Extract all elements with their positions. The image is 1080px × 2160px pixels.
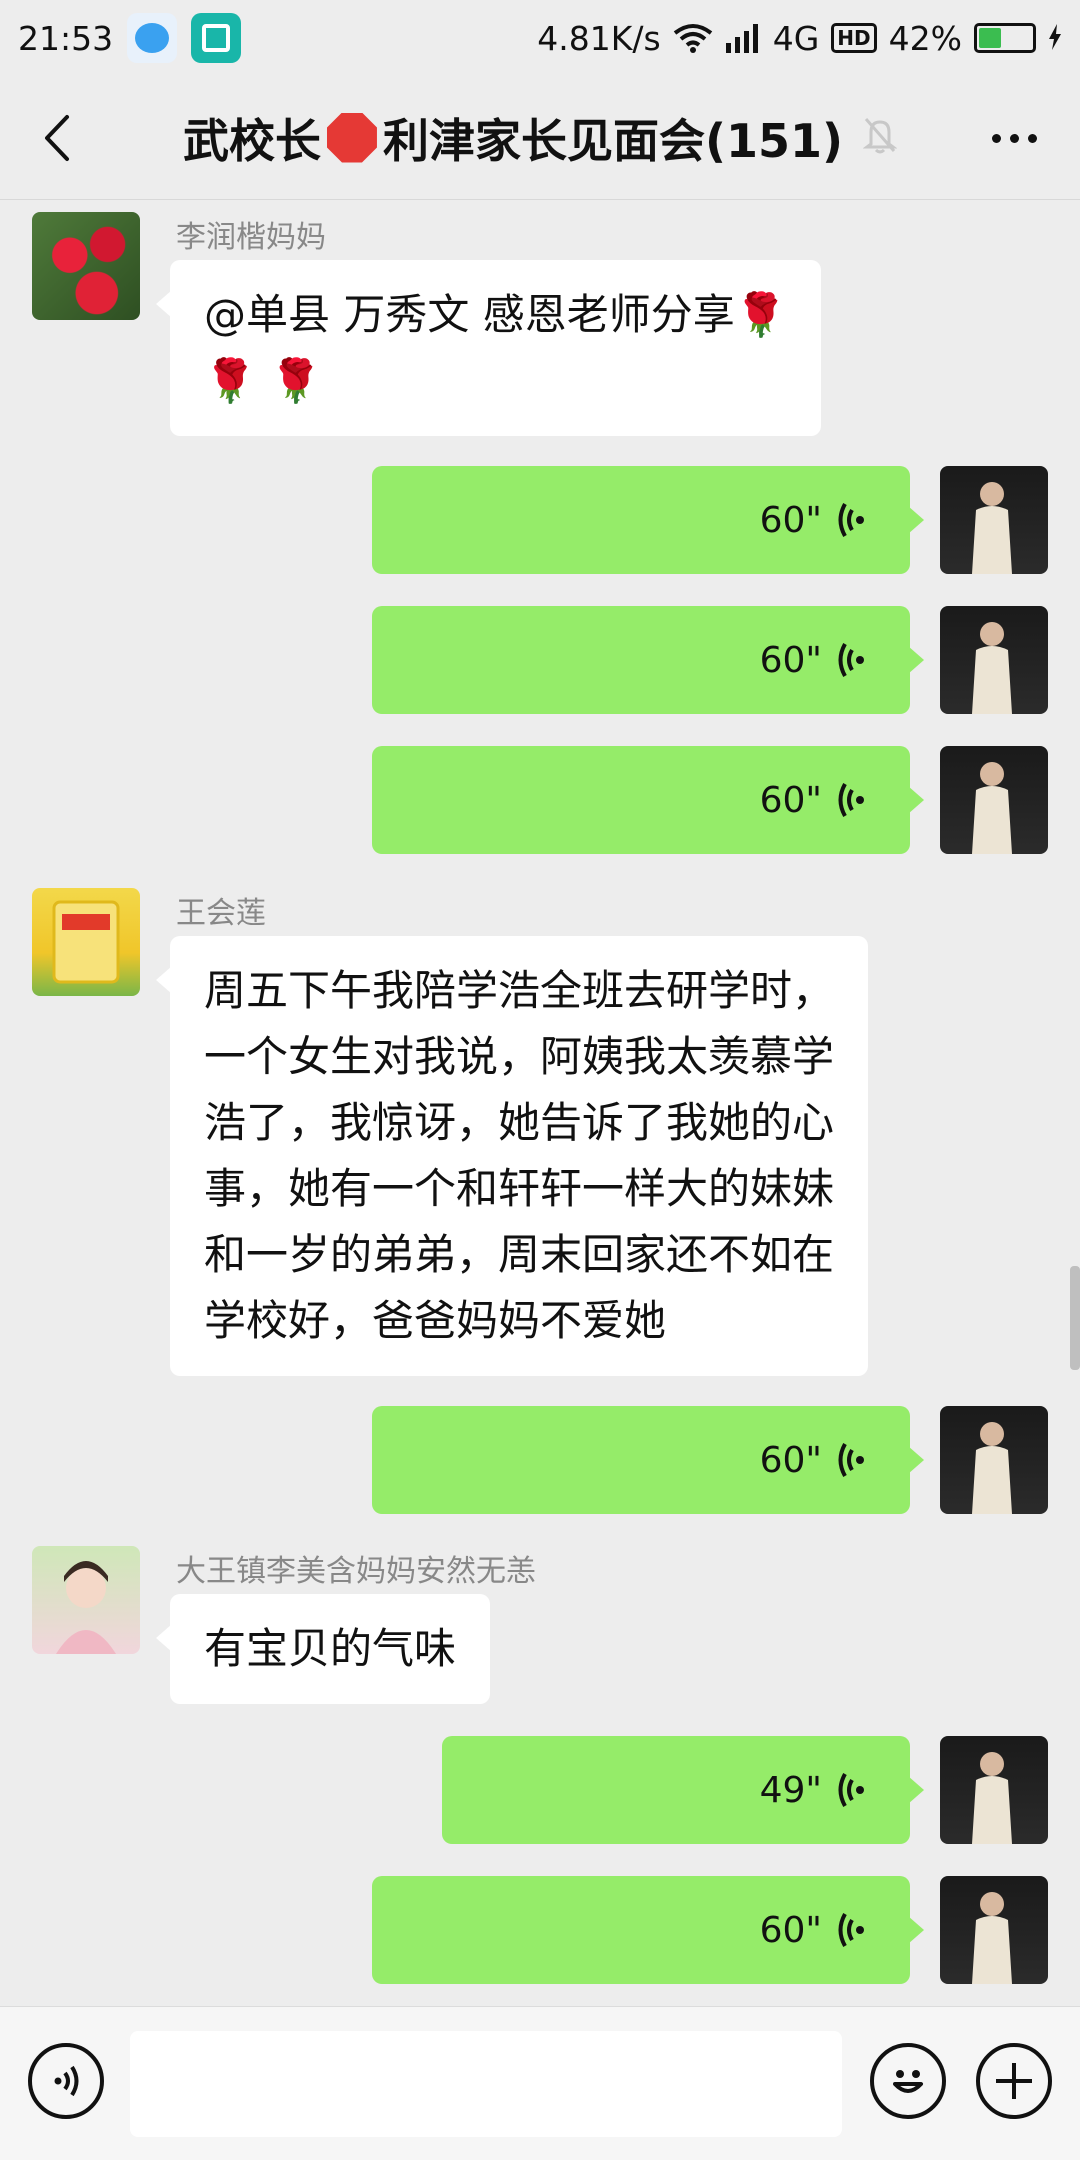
status-time: 21:53 xyxy=(18,18,114,58)
voice-duration: 60" xyxy=(759,499,822,541)
chat-header: 武校长 利津家长见面会(151) xyxy=(0,76,1080,200)
voice-duration: 60" xyxy=(759,779,822,821)
message-line: 周五下午我陪学浩全班去研学时， xyxy=(204,966,835,1015)
voice-wave-icon xyxy=(836,500,866,540)
status-right: 4.81K/s 4G HD 42% xyxy=(537,19,1062,58)
hd-badge: HD xyxy=(831,23,877,53)
qq-browser-icon xyxy=(127,13,178,63)
voice-bubble[interactable]: 60" xyxy=(372,746,924,854)
my-avatar[interactable] xyxy=(940,746,1048,854)
voice-wave-icon xyxy=(836,640,866,680)
sender-avatar[interactable] xyxy=(32,888,140,996)
chat-title-suffix: 利津家长见面会(151) xyxy=(382,113,844,168)
voice-wave-icon xyxy=(54,2065,79,2097)
voice-bubble[interactable]: 49" xyxy=(442,1736,924,1844)
voice-bubble[interactable]: 60" xyxy=(372,1406,924,1514)
smiley-icon xyxy=(893,2070,923,2093)
battery-percent: 42% xyxy=(888,18,962,58)
more-dot-icon xyxy=(991,133,1001,143)
voice-duration: 49" xyxy=(759,1769,822,1811)
chevron-left-icon xyxy=(45,114,69,161)
chat-title-prefix: 武校长 xyxy=(182,113,321,168)
message-line: 学校好，爸爸妈妈不爱她 xyxy=(204,1296,667,1345)
message-list[interactable]: 李润楷妈妈 @单县 万秀文 感恩老师分享🌹 🌹 🌹 60" 60" 60" 王会… xyxy=(0,200,1080,2006)
sender-name: 王会莲 xyxy=(176,896,266,931)
message-line: 一个女生对我说，阿姨我太羡慕学 xyxy=(204,1032,835,1081)
message-line: 浩了，我惊讶，她告诉了我她的心 xyxy=(204,1098,835,1147)
message-input[interactable] xyxy=(130,2031,842,2137)
my-avatar[interactable] xyxy=(940,1736,1048,1844)
text-bubble[interactable]: 周五下午我陪学浩全班去研学时， 一个女生对我说，阿姨我太羡慕学 浩了，我惊讶，她… xyxy=(155,936,869,1376)
plus-icon xyxy=(996,2063,1032,2099)
my-avatar[interactable] xyxy=(940,606,1048,714)
message-line: 事，她有一个和轩轩一样大的妹妹 xyxy=(204,1164,835,1213)
more-functions-button[interactable] xyxy=(976,2043,1052,2119)
voice-duration: 60" xyxy=(759,1439,822,1481)
voice-wave-icon xyxy=(836,1440,866,1480)
voice-bubble[interactable]: 60" xyxy=(372,466,924,574)
text-bubble[interactable]: @单县 万秀文 感恩老师分享🌹 🌹 🌹 xyxy=(156,260,821,436)
input-bar xyxy=(0,2006,1080,2160)
more-options-button[interactable] xyxy=(974,98,1054,178)
my-avatar[interactable] xyxy=(940,466,1048,574)
message-line: 🌹 🌹 xyxy=(204,356,322,405)
battery-icon xyxy=(974,23,1036,53)
voice-input-toggle[interactable] xyxy=(28,2043,104,2119)
more-dot-icon xyxy=(1009,133,1019,143)
back-button[interactable] xyxy=(6,88,106,188)
voice-duration: 60" xyxy=(759,1909,822,1951)
signal-icon xyxy=(725,23,761,53)
more-dot-icon xyxy=(1027,133,1037,143)
status-left: 21:53 xyxy=(18,13,242,63)
sender-avatar[interactable] xyxy=(32,212,140,320)
sender-name: 李润楷妈妈 xyxy=(176,220,326,255)
network-type: 4G xyxy=(772,18,820,58)
voice-bubble[interactable]: 60" xyxy=(372,1876,924,1984)
voice-wave-icon xyxy=(836,1910,866,1950)
scrollbar[interactable] xyxy=(1070,1266,1080,1370)
network-speed: 4.81K/s xyxy=(537,18,661,58)
voice-bubble[interactable]: 60" xyxy=(372,606,924,714)
message-line: 和一岁的弟弟，周末回家还不如在 xyxy=(204,1230,835,1279)
emoji-button[interactable] xyxy=(870,2043,946,2119)
message-line: @单县 万秀文 感恩老师分享🌹 xyxy=(204,290,787,339)
sender-name: 大王镇李美含妈妈安然无恙 xyxy=(176,1554,536,1589)
stop-sign-icon xyxy=(326,112,377,163)
sender-avatar[interactable] xyxy=(32,1546,140,1654)
voice-duration: 60" xyxy=(759,639,822,681)
status-bar: 21:53 4.81K/s 4G HD 42% xyxy=(0,0,1080,76)
wifi-icon xyxy=(673,23,713,53)
scan-icon xyxy=(191,13,242,63)
battery-fill xyxy=(979,28,1001,48)
my-avatar[interactable] xyxy=(940,1876,1048,1984)
message-line: 有宝贝的气味 xyxy=(204,1624,457,1673)
mute-bell-icon xyxy=(862,111,898,165)
charging-icon xyxy=(1048,19,1062,58)
voice-wave-icon xyxy=(836,780,866,820)
voice-wave-icon xyxy=(836,1770,866,1810)
chat-title: 武校长 利津家长见面会(151) xyxy=(0,105,1080,171)
text-bubble[interactable]: 有宝贝的气味 xyxy=(155,1594,491,1704)
my-avatar[interactable] xyxy=(940,1406,1048,1514)
